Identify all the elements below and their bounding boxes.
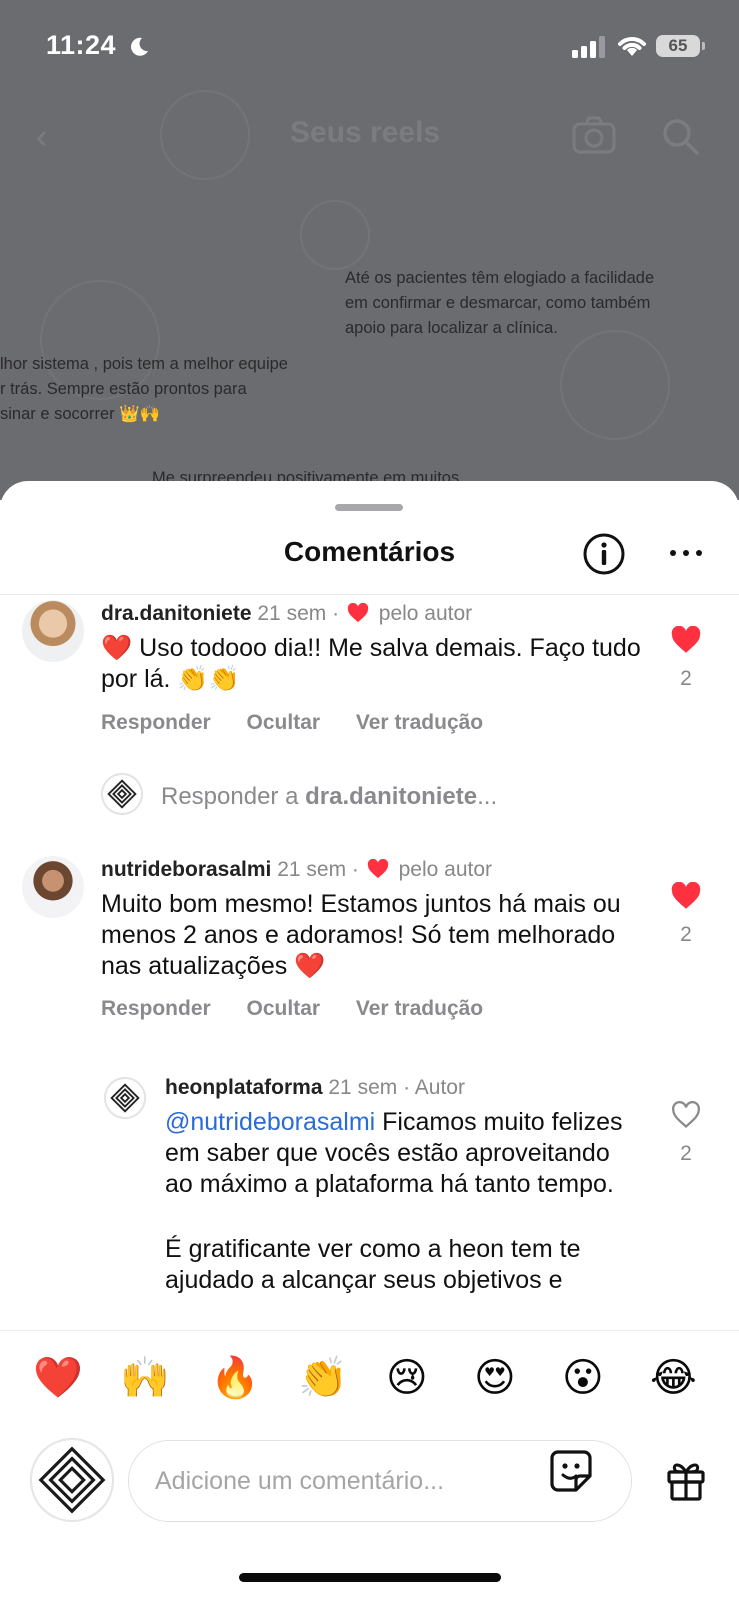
comment-actions: Responder Ocultar Ver tradução <box>101 711 513 735</box>
home-indicator[interactable] <box>239 1573 501 1582</box>
emoji-clapping[interactable]: 👏 <box>298 1356 348 1400</box>
see-translation-button[interactable]: Ver tradução <box>356 711 483 734</box>
status-bar: 11:24 65 <box>0 0 739 90</box>
emoji-laughing[interactable]: 😂 <box>650 1356 697 1400</box>
hide-button[interactable]: Ocultar <box>247 997 321 1020</box>
comment-username[interactable]: dra.danitoniete <box>101 602 252 625</box>
background-message-1: Até os pacientes têm elogiado a facilida… <box>345 269 655 337</box>
hide-button[interactable]: Ocultar <box>247 711 321 734</box>
reply-meta: heonplataforma 21 sem · Autor <box>165 1076 465 1099</box>
reply-text-paragraph-2: É gratificante ver como a heon tem te aj… <box>165 1235 581 1294</box>
avatar[interactable] <box>104 1077 146 1119</box>
emoji-heart-eyes[interactable]: 😍 <box>474 1356 516 1400</box>
reply-age: 21 sem <box>328 1076 398 1099</box>
liked-by-author-label: pelo autor <box>398 858 493 881</box>
gift-icon[interactable] <box>664 1458 708 1502</box>
cellular-signal-icon <box>572 36 605 58</box>
author-liked-heart-icon <box>367 859 388 879</box>
background-reels-screen: 11:24 65 ‹ Seus reels Até os pacientes t… <box>0 0 739 500</box>
comment-meta: nutrideborasalmi 21 sem · pelo autor <box>101 858 493 881</box>
like-count: 2 <box>680 1142 692 1165</box>
emoji-bar-divider <box>0 1330 739 1331</box>
emoji-heart[interactable]: ❤️ <box>33 1356 83 1400</box>
author-liked-heart-icon <box>347 603 369 623</box>
see-translation-button[interactable]: Ver tradução <box>356 997 483 1020</box>
comment-input-placeholder: Adicione um comentário... <box>155 1467 445 1495</box>
reply-prompt[interactable]: Responder a dra.danitoniete... <box>161 783 497 811</box>
my-avatar-small <box>101 773 143 815</box>
header-divider <box>0 594 739 595</box>
comment-meta: dra.danitoniete 21 sem · pelo autor <box>101 602 473 625</box>
reply-text: @nutrideborasalmi Ficamos muito felizes … <box>165 1108 623 1198</box>
info-icon[interactable] <box>582 532 626 576</box>
avatar[interactable] <box>22 856 84 918</box>
avatar[interactable] <box>22 600 84 662</box>
comment-text: Muito bom mesmo! Estamos juntos há mais … <box>101 890 621 980</box>
wifi-icon <box>618 37 646 56</box>
more-options-icon[interactable] <box>668 540 704 566</box>
sticker-icon[interactable] <box>548 1448 594 1494</box>
battery-indicator: 65 <box>656 35 705 57</box>
my-avatar <box>30 1438 114 1522</box>
like-button[interactable]: 2 <box>668 1101 704 1166</box>
like-count: 2 <box>680 923 692 946</box>
comment-age: 21 sem <box>277 858 347 881</box>
like-button[interactable]: 2 <box>668 881 704 947</box>
heart-outline-icon <box>672 1101 700 1128</box>
camera-icon <box>572 116 616 154</box>
emoji-fire[interactable]: 🔥 <box>210 1356 260 1400</box>
emoji-quick-bar: ❤️ 🙌 🔥 👏 😢 😍 😮 😂 <box>0 1332 739 1422</box>
comment-text: ❤️ Uso todooo dia!! Me salva demais. Faç… <box>101 634 641 693</box>
emoji-crying[interactable]: 😢 <box>386 1356 428 1400</box>
heart-filled-icon <box>671 881 701 909</box>
search-icon <box>663 119 699 155</box>
reply-button[interactable]: Responder <box>101 711 211 734</box>
like-button[interactable]: 2 <box>668 625 704 691</box>
background-message-2: lhor sistema , pois tem a melhor equipe … <box>0 355 288 423</box>
sheet-title: Comentários <box>283 536 456 567</box>
author-badge: Autor <box>414 1076 465 1099</box>
comment-actions: Responder Ocultar Ver tradução <box>101 997 513 1021</box>
sheet-grabber[interactable] <box>335 504 403 511</box>
comment-input-row: Adicione um comentário... <box>0 1422 739 1532</box>
mention-link[interactable]: @nutrideborasalmi <box>165 1108 375 1136</box>
comment-age: 21 sem <box>257 602 327 625</box>
reply-username[interactable]: heonplataforma <box>165 1076 323 1099</box>
liked-by-author-label: pelo autor <box>378 602 473 625</box>
reply-button[interactable]: Responder <box>101 997 211 1020</box>
back-icon: ‹ <box>36 118 48 156</box>
comment-username[interactable]: nutrideborasalmi <box>101 858 271 881</box>
status-time: 11:24 <box>46 30 117 60</box>
emoji-raised-hands[interactable]: 🙌 <box>120 1356 170 1400</box>
background-title: Seus reels <box>290 116 441 149</box>
moon-icon <box>131 37 148 56</box>
emoji-surprised[interactable]: 😮 <box>562 1356 604 1400</box>
like-count: 2 <box>680 667 692 690</box>
heart-filled-icon <box>671 625 701 653</box>
